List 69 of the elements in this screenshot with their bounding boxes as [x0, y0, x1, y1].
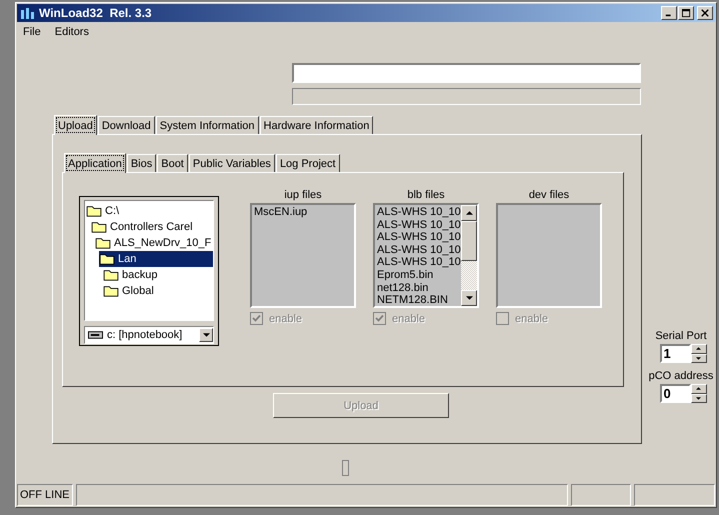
- tree-item[interactable]: ALS_NewDrv_10_F: [95, 235, 213, 251]
- caret-down-icon: [696, 396, 701, 400]
- tab[interactable]: Application: [64, 153, 126, 173]
- list-title: iup files: [284, 189, 322, 203]
- drive-dropdown[interactable]: c: [hpnotebook]: [84, 326, 214, 344]
- number-field[interactable]: 0: [660, 384, 690, 403]
- tab[interactable]: Log Project: [276, 154, 340, 172]
- caret-up-icon: [696, 387, 701, 390]
- caret-up-icon: [466, 211, 472, 215]
- tab[interactable]: Upload: [54, 115, 97, 135]
- caret-down-icon: [696, 356, 701, 360]
- tab[interactable]: Hardware Information: [260, 116, 374, 134]
- spin-up-button[interactable]: [690, 384, 706, 394]
- file-list[interactable]: MscEN.iup: [250, 203, 356, 308]
- caret-up-icon: [696, 347, 701, 350]
- checkbox-label: enable: [515, 312, 548, 324]
- tree-item[interactable]: Controllers Carel: [91, 219, 195, 235]
- list-title: dev files: [528, 189, 570, 203]
- list-item[interactable]: ALS-WHS 10_10: [377, 244, 459, 256]
- tab[interactable]: Bios: [126, 154, 156, 172]
- tab[interactable]: Public Variables: [188, 154, 275, 172]
- tab[interactable]: Download: [98, 116, 155, 134]
- tree-item[interactable]: Lan: [99, 251, 213, 267]
- indicator: [342, 460, 349, 476]
- status-panel: OFF LINE: [17, 484, 73, 506]
- list-item[interactable]: Eprom5.bin: [377, 268, 459, 282]
- close-button[interactable]: [697, 6, 713, 20]
- checkbox-label: enable: [269, 312, 302, 324]
- field-label: pCO address: [648, 370, 714, 382]
- menu-item[interactable]: Editors: [54, 26, 89, 42]
- caret-down-icon: [466, 296, 472, 300]
- maximize-icon: [682, 8, 690, 18]
- list-item[interactable]: NETM128.BIN: [377, 294, 459, 306]
- field-label: Serial Port: [655, 330, 707, 342]
- tree-item[interactable]: C:\: [86, 203, 122, 219]
- tab[interactable]: Boot: [157, 154, 188, 172]
- folder-icon: [95, 237, 111, 249]
- folder-icon: [86, 205, 102, 217]
- tab[interactable]: System Information: [156, 116, 259, 134]
- drive-icon: [88, 330, 103, 340]
- status-panel: [571, 484, 631, 506]
- list-item[interactable]: ALS-WHS 10_10: [377, 206, 459, 219]
- maximize-button[interactable]: [678, 6, 694, 20]
- list-item[interactable]: ALS-WHS 10_10: [377, 256, 459, 269]
- minimize-button[interactable]: [661, 6, 677, 20]
- chart-icon: [20, 6, 36, 20]
- checkbox-label: enable: [392, 312, 426, 324]
- folder-icon: [99, 253, 115, 265]
- scrollbar[interactable]: [461, 205, 477, 306]
- list-item[interactable]: ALS-WHS 10_10: [377, 218, 459, 232]
- folder-icon: [103, 269, 119, 281]
- window-title: WinLoad32 Rel. 3.3: [39, 6, 153, 20]
- spin-up-button[interactable]: [690, 344, 706, 354]
- folder-icon: [91, 221, 107, 233]
- caret-down-icon: [202, 333, 210, 337]
- folder-icon: [103, 285, 119, 297]
- menu-item[interactable]: File: [23, 26, 41, 42]
- list-item[interactable]: ALS-WHS 10_10: [377, 231, 459, 244]
- list-item[interactable]: MscEN.iup: [254, 206, 352, 219]
- tree-item[interactable]: Global: [103, 283, 156, 299]
- dropdown-button[interactable]: [199, 328, 213, 342]
- text-field[interactable]: [292, 63, 641, 83]
- list-title: blb files: [407, 189, 445, 203]
- number-field[interactable]: 1: [660, 344, 690, 363]
- list-item[interactable]: net128.bin: [377, 282, 459, 294]
- file-list[interactable]: [496, 203, 602, 308]
- close-icon: [701, 9, 709, 17]
- tree-item[interactable]: backup: [103, 267, 160, 283]
- file-list[interactable]: ALS-WHS 10_10 ALS-WHS 10_10 ALS-WHS 10_10 ALS-WHS 10_10 ALS-WHS 10_10 Eprom5.bin net128.bin NETM128.BIN: [373, 203, 479, 308]
